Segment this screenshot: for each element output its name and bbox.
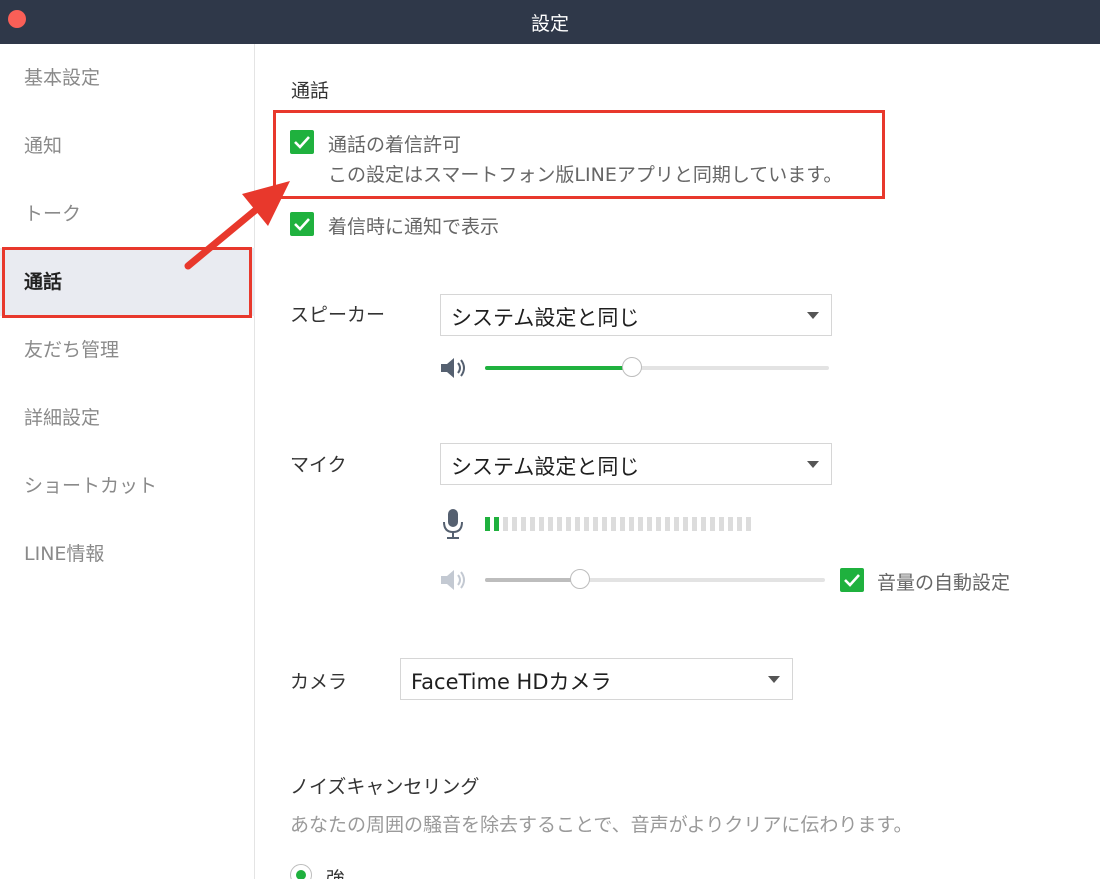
mic-level-bar bbox=[539, 517, 544, 531]
mic-volume-slider[interactable] bbox=[485, 569, 825, 589]
mic-level-bar bbox=[701, 517, 706, 531]
mic-level-bar bbox=[494, 517, 499, 531]
mic-level-bar bbox=[521, 517, 526, 531]
noise-cancelling-title: ノイズキャンセリング bbox=[290, 776, 480, 798]
mic-select[interactable]: システム設定と同じ bbox=[440, 443, 832, 485]
camera-select-value: FaceTime HDカメラ bbox=[411, 670, 612, 694]
chevron-down-icon bbox=[807, 461, 819, 468]
allow-incoming-description: この設定はスマートフォン版LINEアプリと同期しています。 bbox=[328, 164, 843, 186]
mic-level-bar bbox=[557, 517, 562, 531]
mic-level-bar bbox=[548, 517, 553, 531]
camera-label: カメラ bbox=[290, 671, 348, 693]
speaker-volume-fill bbox=[485, 366, 632, 370]
sidebar-item-chats[interactable]: トーク bbox=[0, 180, 255, 248]
speaker-select-value: システム設定と同じ bbox=[451, 306, 640, 330]
window-title: 設定 bbox=[530, 13, 569, 35]
speaker-icon bbox=[441, 358, 465, 378]
allow-incoming-checkbox[interactable] bbox=[290, 130, 314, 154]
mic-level-bar bbox=[746, 517, 751, 531]
sidebar-item-about[interactable]: LINE情報 bbox=[0, 520, 255, 588]
chevron-down-icon bbox=[807, 312, 819, 319]
mic-volume-thumb[interactable] bbox=[570, 569, 590, 589]
mic-level-bar bbox=[719, 517, 724, 531]
notify-incoming-checkbox[interactable] bbox=[290, 212, 314, 236]
sidebar-item-advanced[interactable]: 詳細設定 bbox=[0, 384, 255, 452]
mic-volume-icon bbox=[441, 570, 465, 590]
mic-level-bar bbox=[503, 517, 508, 531]
mic-level-bar bbox=[584, 517, 589, 531]
speaker-label: スピーカー bbox=[290, 304, 386, 326]
microphone-icon bbox=[443, 509, 463, 539]
sidebar-item-shortcuts[interactable]: ショートカット bbox=[0, 452, 255, 520]
section-title-calls: 通話 bbox=[291, 80, 330, 102]
sidebar-item-notifications[interactable]: 通知 bbox=[0, 112, 255, 180]
mic-level-bar bbox=[674, 517, 679, 531]
mic-level-bar bbox=[485, 517, 490, 531]
mic-level-bar bbox=[683, 517, 688, 531]
sidebar-item-calls[interactable]: 通話 bbox=[0, 248, 255, 316]
mic-volume-fill bbox=[485, 578, 582, 582]
noise-strong-radio[interactable] bbox=[290, 864, 312, 879]
noise-strong-label: 強 bbox=[326, 868, 346, 879]
checkmark-icon bbox=[844, 574, 860, 587]
mic-level-bar bbox=[692, 517, 697, 531]
mic-level-bar bbox=[530, 517, 535, 531]
allow-incoming-label: 通話の着信許可 bbox=[328, 134, 462, 156]
mic-level-bar bbox=[575, 517, 580, 531]
mic-level-bar bbox=[665, 517, 670, 531]
sidebar-item-basic[interactable]: 基本設定 bbox=[0, 44, 255, 112]
mic-level-bar bbox=[737, 517, 742, 531]
checkmark-icon bbox=[294, 136, 310, 149]
mic-level-bar bbox=[620, 517, 625, 531]
settings-main-panel: 通話 通話の着信許可 この設定はスマートフォン版LINEアプリと同期しています。… bbox=[255, 44, 1100, 879]
sidebar-item-friends[interactable]: 友だち管理 bbox=[0, 316, 255, 384]
checkmark-icon bbox=[294, 218, 310, 231]
notify-incoming-label: 着信時に通知で表示 bbox=[328, 216, 500, 238]
mic-level-bar bbox=[728, 517, 733, 531]
mic-level-bar bbox=[656, 517, 661, 531]
camera-select[interactable]: FaceTime HDカメラ bbox=[400, 658, 793, 700]
mic-level-bar bbox=[611, 517, 616, 531]
mic-level-bar bbox=[638, 517, 643, 531]
mic-level-bar bbox=[566, 517, 571, 531]
mic-level-bar bbox=[602, 517, 607, 531]
mic-level-bar bbox=[629, 517, 634, 531]
speaker-volume-slider[interactable] bbox=[485, 357, 829, 377]
settings-sidebar: 基本設定 通知 トーク 通話 友だち管理 詳細設定 ショートカット LINE情報 bbox=[0, 44, 255, 879]
mic-label: マイク bbox=[290, 454, 347, 476]
speaker-volume-thumb[interactable] bbox=[622, 357, 642, 377]
mic-select-value: システム設定と同じ bbox=[451, 455, 640, 479]
mic-level-bar bbox=[710, 517, 715, 531]
mic-level-bar bbox=[647, 517, 652, 531]
auto-volume-label: 音量の自動設定 bbox=[877, 572, 1011, 594]
chevron-down-icon bbox=[768, 676, 780, 683]
mic-level-meter bbox=[485, 517, 751, 531]
auto-volume-checkbox[interactable] bbox=[840, 568, 864, 592]
mic-level-bar bbox=[593, 517, 598, 531]
mic-level-bar bbox=[512, 517, 517, 531]
title-bar: 設定 bbox=[0, 0, 1100, 44]
speaker-select[interactable]: システム設定と同じ bbox=[440, 294, 832, 336]
noise-cancelling-description: あなたの周囲の騒音を除去することで、音声がよりクリアに伝わります。 bbox=[290, 814, 913, 836]
